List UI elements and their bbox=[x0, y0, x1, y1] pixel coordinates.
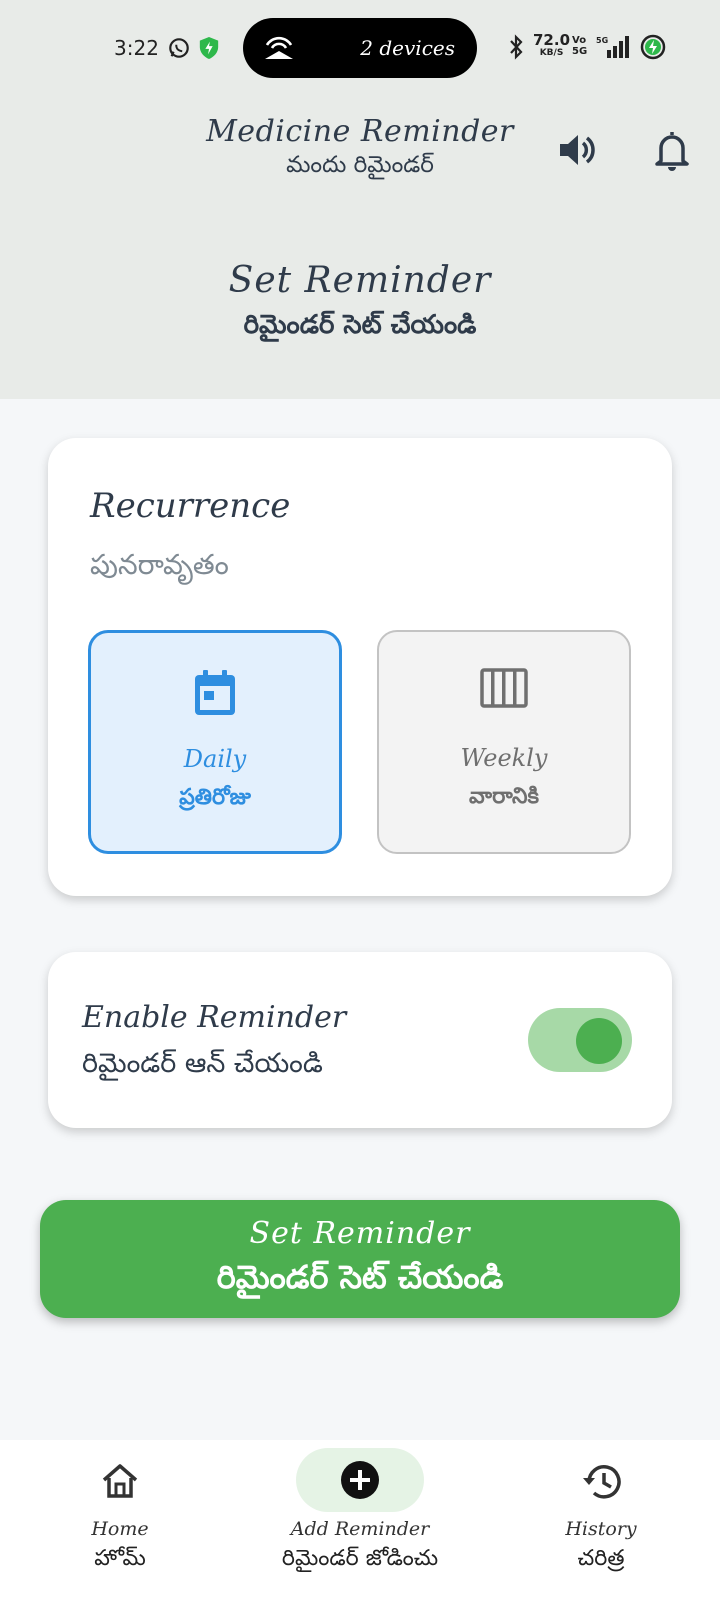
page-title: Set Reminder bbox=[228, 260, 492, 301]
week-columns-icon bbox=[480, 668, 528, 708]
app-subtitle: మందు రిమైండర్ bbox=[286, 152, 434, 178]
recurrence-title: Recurrence bbox=[90, 486, 291, 526]
svg-text:5G: 5G bbox=[596, 36, 608, 45]
nav-add-reminder[interactable]: Add Reminder రిమైండర్ జోడించు bbox=[250, 1440, 470, 1600]
enable-reminder-subtitle: రిమైండర్ ఆన్ చేయండి bbox=[82, 1048, 323, 1079]
toggle-knob bbox=[576, 1018, 622, 1064]
daily-label: Daily bbox=[183, 745, 247, 773]
set-reminder-button-sublabel: రిమైండర్ సెట్ చేయండి bbox=[216, 1258, 504, 1296]
notification-button[interactable] bbox=[648, 126, 696, 174]
add-circle-icon bbox=[341, 1461, 379, 1499]
device-count: 2 devices bbox=[360, 36, 455, 60]
nav-home-sublabel: హోమ్ bbox=[94, 1546, 146, 1571]
weekly-sublabel: వారానికి bbox=[469, 784, 539, 809]
net-speed: 72.0 KB/S bbox=[533, 33, 570, 60]
nav-home[interactable]: Home హోమ్ bbox=[55, 1440, 185, 1600]
volte-badge: Vo 5G bbox=[572, 35, 587, 61]
enable-reminder-card: Enable Reminder రిమైండర్ ఆన్ చేయండి bbox=[48, 952, 672, 1128]
shield-icon bbox=[199, 37, 219, 59]
hotspot-icon bbox=[265, 36, 293, 59]
nav-add-label: Add Reminder bbox=[290, 1518, 430, 1540]
bottom-nav: Home హోమ్ Add Reminder రిమైండర్ జోడించు … bbox=[0, 1440, 720, 1600]
recurrence-subtitle: పునరావృతం bbox=[90, 548, 229, 581]
bluetooth-icon bbox=[510, 34, 523, 60]
nav-history[interactable]: History చరిత్ర bbox=[540, 1440, 662, 1600]
battery-charging-icon bbox=[640, 34, 666, 60]
nav-history-label: History bbox=[565, 1518, 637, 1540]
nav-history-sublabel: చరిత్ర bbox=[577, 1546, 625, 1571]
whatsapp-icon bbox=[169, 38, 189, 58]
app-header: Medicine Reminder మందు రిమైండర్ Set Remi… bbox=[0, 96, 720, 399]
status-bar: 3:22 2 devices 72.0 KB/S Vo 5G 5G bbox=[0, 0, 720, 96]
daily-sublabel: ప్రతిరోజు bbox=[179, 785, 251, 810]
enable-reminder-title: Enable Reminder bbox=[82, 1000, 347, 1035]
recurrence-option-weekly[interactable]: Weekly వారానికి bbox=[377, 630, 631, 854]
volte-top: Vo bbox=[572, 35, 587, 46]
enable-reminder-toggle[interactable] bbox=[528, 1008, 632, 1072]
speaker-button[interactable] bbox=[552, 126, 600, 174]
set-reminder-button-label: Set Reminder bbox=[249, 1216, 471, 1251]
speaker-icon bbox=[560, 135, 595, 165]
calendar-icon bbox=[195, 670, 235, 715]
status-time: 3:22 bbox=[114, 36, 159, 60]
recurrence-card: Recurrence పునరావృతం Daily ప్రతిరోజు Wee… bbox=[48, 438, 672, 896]
nav-add-active-indicator bbox=[296, 1448, 424, 1512]
nav-add-sublabel: రిమైండర్ జోడించు bbox=[281, 1546, 439, 1571]
nav-home-label: Home bbox=[91, 1518, 149, 1540]
app-title: Medicine Reminder bbox=[206, 114, 514, 149]
signal-icon: 5G bbox=[596, 36, 629, 58]
volte-bottom: 5G bbox=[572, 46, 588, 57]
history-icon bbox=[583, 1465, 621, 1499]
page-subtitle: రిమైండర్ సెట్ చేయండి bbox=[243, 310, 477, 340]
set-reminder-button[interactable]: Set Reminder రిమైండర్ సెట్ చేయండి bbox=[40, 1200, 680, 1318]
weekly-label: Weekly bbox=[460, 744, 548, 772]
device-pill[interactable]: 2 devices bbox=[243, 18, 477, 78]
bell-icon bbox=[655, 132, 689, 171]
recurrence-option-daily[interactable]: Daily ప్రతిరోజు bbox=[88, 630, 342, 854]
home-icon bbox=[102, 1464, 138, 1498]
